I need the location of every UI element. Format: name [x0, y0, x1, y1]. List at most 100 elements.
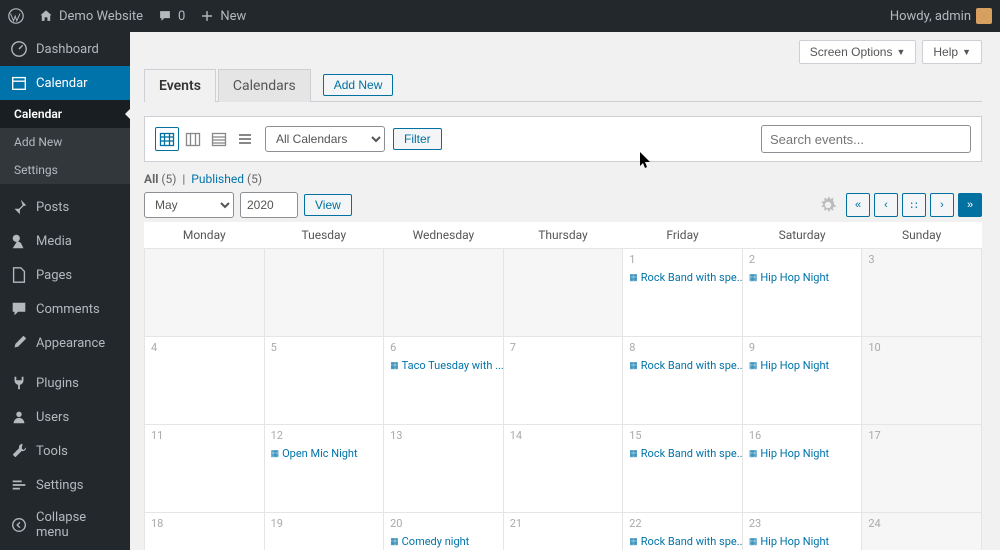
sidebar-item-pages[interactable]: Pages: [0, 258, 130, 292]
month-select[interactable]: May: [144, 192, 234, 218]
filter-button[interactable]: Filter: [393, 128, 442, 150]
calendar-cell[interactable]: 2▦Hip Hop Night: [742, 249, 862, 337]
calendar-cell[interactable]: 22▦Rock Band with spe...: [623, 513, 743, 550]
calendar-event[interactable]: ▦Hip Hop Night: [743, 270, 862, 285]
calendar-event[interactable]: ▦Taco Tuesday with ...: [384, 358, 503, 373]
help-label: Help: [933, 45, 958, 59]
calendar-cell[interactable]: 8▦Rock Band with spe...: [623, 337, 743, 425]
calendar-cell[interactable]: [503, 249, 623, 337]
list-view-icon[interactable]: [233, 127, 257, 151]
calendar-cell[interactable]: 15▦Rock Band with spe...: [623, 425, 743, 513]
day-number: 2: [743, 249, 862, 270]
pager-prev-button[interactable]: ‹: [874, 193, 898, 217]
calendar-cell[interactable]: 17: [862, 425, 982, 513]
calendar-cell[interactable]: 4: [145, 337, 265, 425]
new-label: New: [220, 9, 246, 24]
calendar-event[interactable]: ▦Hip Hop Night: [743, 534, 862, 549]
calendar-select[interactable]: All Calendars: [265, 126, 385, 152]
calendar-cell[interactable]: [145, 249, 265, 337]
calendar-cell[interactable]: 18: [145, 513, 265, 550]
wp-logo[interactable]: [8, 8, 24, 24]
day-view-icon[interactable]: [207, 127, 231, 151]
calendar-cell[interactable]: 7: [503, 337, 623, 425]
calendar-grid: MondayTuesdayWednesdayThursdayFridaySatu…: [144, 222, 982, 550]
submenu-item-calendar[interactable]: Calendar: [0, 100, 130, 128]
calendar-event[interactable]: ▦Rock Band with spe...: [623, 534, 742, 549]
year-input[interactable]: [240, 192, 298, 218]
sidebar-item-users[interactable]: Users: [0, 400, 130, 434]
sidebar-item-calendar[interactable]: Calendar: [0, 66, 130, 100]
comment-icon: [10, 300, 28, 318]
tab-calendars[interactable]: Calendars: [218, 69, 311, 102]
calendar-event[interactable]: ▦Comedy night: [384, 534, 503, 549]
sidebar-item-tools[interactable]: Tools: [0, 434, 130, 468]
calendar-cell[interactable]: 3: [862, 249, 982, 337]
calendar-event[interactable]: ▦Hip Hop Night: [743, 446, 862, 461]
sidebar-item-plugins[interactable]: Plugins: [0, 366, 130, 400]
sidebar-item-label: Media: [36, 234, 72, 249]
pager-next-button[interactable]: ›: [930, 193, 954, 217]
calendar-event[interactable]: ▦Open Mic Night: [265, 446, 384, 461]
pager-last-button[interactable]: »: [958, 193, 982, 217]
calendar-cell[interactable]: 6▦Taco Tuesday with ...: [384, 337, 504, 425]
sidebar-item-comments[interactable]: Comments: [0, 292, 130, 326]
day-number: 1: [623, 249, 742, 270]
calendar-cell[interactable]: 12▦Open Mic Night: [264, 425, 384, 513]
calendar-cell[interactable]: [264, 249, 384, 337]
event-title: Open Mic Night: [282, 447, 358, 460]
day-number: 21: [504, 513, 623, 534]
view-button[interactable]: View: [304, 194, 352, 216]
add-new-button[interactable]: Add New: [323, 74, 394, 96]
calendar-event[interactable]: ▦Rock Band with spe...: [623, 446, 742, 461]
sidebar-item-settings[interactable]: Settings: [0, 468, 130, 502]
filter-published-label: Published: [191, 172, 244, 186]
sidebar-item-media[interactable]: Media: [0, 224, 130, 258]
admin-sidebar: DashboardCalendarCalendarAdd NewSettings…: [0, 32, 130, 550]
calendar-cell[interactable]: 11: [145, 425, 265, 513]
day-number: 4: [145, 337, 264, 358]
sidebar-item-posts[interactable]: Posts: [0, 190, 130, 224]
calendar-cell[interactable]: 19: [264, 513, 384, 550]
calendar-cell[interactable]: [384, 249, 504, 337]
screen-options-button[interactable]: Screen Options▼: [799, 40, 917, 64]
submenu-item-settings[interactable]: Settings: [0, 156, 130, 184]
calendar-event[interactable]: ▦Hip Hop Night: [743, 358, 862, 373]
day-number: 12: [265, 425, 384, 446]
calendar-event[interactable]: ▦Rock Band with spe...: [623, 270, 742, 285]
filter-published-link[interactable]: Published: [191, 172, 244, 186]
comments-link[interactable]: 0: [157, 8, 185, 24]
calendar-cell[interactable]: 5: [264, 337, 384, 425]
calendar-cell[interactable]: 9▦Hip Hop Night: [742, 337, 862, 425]
calendar-cell[interactable]: 1▦Rock Band with spe...: [623, 249, 743, 337]
day-number: 23: [743, 513, 862, 534]
calendar-cell[interactable]: 24: [862, 513, 982, 550]
sidebar-item-collapse-menu[interactable]: Collapse menu: [0, 502, 130, 548]
pager-first-button[interactable]: «: [846, 193, 870, 217]
calendar-cell[interactable]: 20▦Comedy night: [384, 513, 504, 550]
sliders-icon: [10, 476, 28, 494]
calendar-cell[interactable]: 23▦Hip Hop Night: [742, 513, 862, 550]
calendar-cell[interactable]: 21: [503, 513, 623, 550]
calendar-event[interactable]: ▦Rock Band with spe...: [623, 358, 742, 373]
tab-events[interactable]: Events: [144, 69, 216, 102]
calendar-cell[interactable]: 13: [384, 425, 504, 513]
sidebar-item-label: Pages: [36, 268, 72, 283]
month-view-icon[interactable]: [155, 127, 179, 151]
calendar-cell[interactable]: 10: [862, 337, 982, 425]
my-account[interactable]: Howdy, admin: [890, 8, 992, 24]
tab-events-label: Events: [159, 78, 201, 94]
site-link[interactable]: Demo Website: [38, 8, 143, 24]
submenu-item-add-new[interactable]: Add New: [0, 128, 130, 156]
help-button[interactable]: Help▼: [922, 40, 982, 64]
calendar-cell[interactable]: 14: [503, 425, 623, 513]
event-title: Hip Hop Night: [760, 535, 829, 548]
new-content[interactable]: New: [199, 8, 246, 24]
gear-icon[interactable]: [820, 197, 836, 213]
calendar-cell[interactable]: 16▦Hip Hop Night: [742, 425, 862, 513]
week-view-icon[interactable]: [181, 127, 205, 151]
sidebar-item-dashboard[interactable]: Dashboard: [0, 32, 130, 66]
search-input[interactable]: [761, 125, 971, 153]
pager-today-button[interactable]: ∷: [902, 193, 926, 217]
sidebar-item-appearance[interactable]: Appearance: [0, 326, 130, 360]
admin-bar-right: Howdy, admin: [890, 8, 992, 24]
